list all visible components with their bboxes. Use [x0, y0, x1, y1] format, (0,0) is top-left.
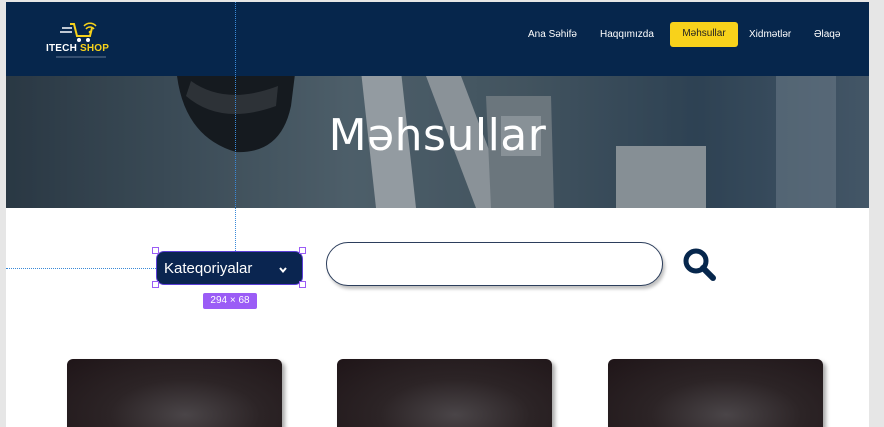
- nav-item-home[interactable]: Ana Səhifə: [528, 29, 577, 41]
- nav-item-contact[interactable]: Əlaqə: [814, 29, 840, 41]
- product-card[interactable]: [67, 359, 282, 427]
- resize-handle-bottom-left[interactable]: [152, 281, 159, 288]
- cart-wifi-icon: [60, 22, 97, 42]
- chevron-down-icon: [279, 267, 287, 274]
- logo-text-primary: ITECH: [46, 43, 77, 54]
- alignment-guide-vertical: [235, 2, 236, 251]
- nav-item-services[interactable]: Xidmətlər: [749, 29, 791, 41]
- itech-shop-logo[interactable]: ITECH SHOP: [42, 18, 114, 64]
- resize-handle-bottom-right[interactable]: [299, 281, 306, 288]
- logo-tagline-decoration: [56, 56, 106, 58]
- alignment-guide-horizontal: [6, 268, 156, 269]
- nav-item-products[interactable]: Məhsullar: [670, 22, 738, 47]
- product-card[interactable]: [608, 359, 823, 427]
- category-dropdown[interactable]: Kateqoriyalar: [156, 251, 303, 285]
- category-dropdown-label: Kateqoriyalar: [164, 260, 253, 277]
- resize-handle-top-left[interactable]: [152, 247, 159, 254]
- page-title: Məhsullar: [328, 110, 547, 161]
- logo-text-accent: SHOP: [79, 43, 110, 54]
- nav-item-about[interactable]: Haqqımızda: [600, 29, 654, 41]
- logo-text: ITECH SHOP: [46, 43, 109, 54]
- resize-handle-top-right[interactable]: [299, 247, 306, 254]
- hero-banner: Məhsullar: [6, 76, 869, 208]
- product-card[interactable]: [337, 359, 552, 427]
- search-input[interactable]: [326, 242, 663, 286]
- nav-item-products-label: Məhsullar: [682, 28, 726, 39]
- site-header: ITECH SHOP Ana Səhifə Haqqımızda Məhsull…: [6, 2, 869, 76]
- search-icon[interactable]: [682, 247, 718, 283]
- page: ITECH SHOP Ana Səhifə Haqqımızda Məhsull…: [6, 2, 869, 427]
- selection-size-badge: 294 × 68: [203, 293, 257, 309]
